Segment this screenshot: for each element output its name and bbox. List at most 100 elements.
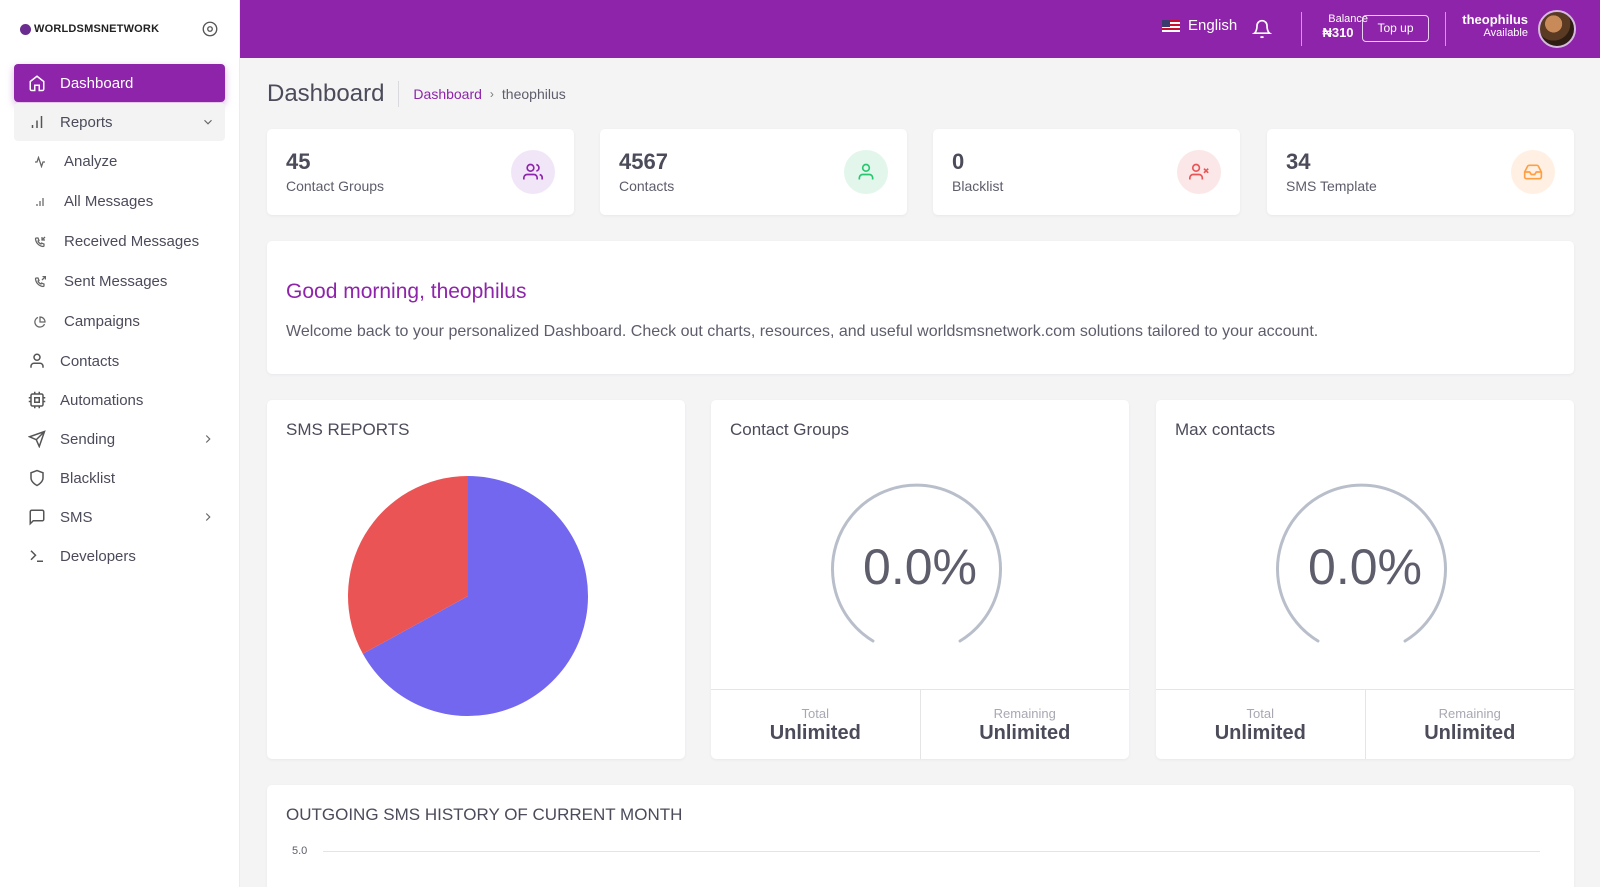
sidebar-item-label: Campaigns bbox=[64, 313, 140, 330]
sidebar-item-sent-messages[interactable]: Sent Messages bbox=[16, 262, 225, 301]
phone-outgoing-icon bbox=[34, 273, 46, 291]
contact-groups-gauge-card: Contact Groups 0.0% Total Unlimited Rema… bbox=[711, 400, 1129, 759]
sidebar-item-label: Sending bbox=[60, 430, 116, 448]
welcome-card: Good morning, theophilus Welcome back to… bbox=[267, 241, 1574, 374]
gauge-total-value: Unlimited bbox=[1214, 722, 1306, 744]
sidebar-item-contacts[interactable]: Contacts bbox=[14, 342, 225, 380]
balance-display: Balance ₦310 bbox=[1308, 13, 1368, 40]
sidebar-item-sending[interactable]: Sending bbox=[14, 420, 225, 458]
gauge-value: 0.0% bbox=[1308, 539, 1422, 595]
inbox-icon bbox=[1511, 150, 1555, 194]
y-tick-label: 5.0 bbox=[292, 845, 308, 857]
user-status: Available bbox=[1483, 27, 1528, 39]
sidebar-toggle-icon[interactable] bbox=[201, 20, 219, 38]
bar-chart-icon bbox=[28, 113, 46, 131]
sidebar-item-blacklist[interactable]: Blacklist bbox=[14, 459, 225, 497]
topbar: English Balance ₦310 Top up theophilus A… bbox=[240, 0, 1600, 58]
gauge-total-label: Total bbox=[801, 706, 829, 721]
gauge-total: Total Unlimited bbox=[711, 690, 920, 759]
sidebar-item-label: Contacts bbox=[60, 352, 120, 370]
gauge-total: Total Unlimited bbox=[1156, 690, 1365, 759]
sidebar-item-dashboard[interactable]: Dashboard bbox=[14, 64, 225, 102]
brand-logo[interactable]: WORLDSMSNETWORK bbox=[20, 23, 159, 35]
avatar[interactable] bbox=[1538, 10, 1576, 48]
sms-reports-pie-chart bbox=[348, 476, 588, 716]
sidebar-item-label: All Messages bbox=[64, 193, 154, 210]
chevron-down-icon[interactable] bbox=[201, 115, 215, 129]
user-menu[interactable]: theophilus Available bbox=[1425, 12, 1528, 39]
language-selector[interactable]: English bbox=[1162, 17, 1237, 34]
gauge-remaining-value: Unlimited bbox=[979, 722, 1071, 744]
top-up-button[interactable]: Top up bbox=[1362, 15, 1429, 42]
gauge-remaining-label: Remaining bbox=[1438, 706, 1501, 721]
gauge-remaining-label: Remaining bbox=[993, 706, 1056, 721]
brand-name: WORLDSMSNETWORK bbox=[34, 23, 160, 35]
outgoing-sms-history-card: OUTGOING SMS HISTORY OF CURRENT MONTH 5.… bbox=[267, 785, 1574, 887]
user-icon bbox=[28, 352, 46, 370]
stat-value: 34 bbox=[1286, 149, 1311, 174]
history-title: OUTGOING SMS HISTORY OF CURRENT MONTH bbox=[286, 805, 683, 824]
stat-label: SMS Template bbox=[1286, 178, 1377, 194]
send-icon bbox=[28, 430, 46, 448]
stat-value: 45 bbox=[286, 149, 311, 174]
gauge-remaining: Remaining Unlimited bbox=[1364, 690, 1575, 759]
gauge-total-label: Total bbox=[1246, 706, 1274, 721]
sms-reports-card: SMS REPORTS bbox=[267, 400, 685, 759]
stat-card-contact-groups[interactable]: 45 Contact Groups bbox=[267, 129, 574, 215]
stat-value: 4567 bbox=[619, 149, 668, 174]
chevron-right-icon[interactable] bbox=[201, 510, 215, 524]
terminal-icon bbox=[28, 547, 46, 565]
sidebar-item-received-messages[interactable]: Received Messages bbox=[16, 222, 225, 261]
chevron-right-icon: › bbox=[489, 87, 494, 101]
message-square-icon bbox=[28, 508, 46, 526]
activity-icon bbox=[34, 153, 46, 171]
sidebar-item-label: Received Messages bbox=[64, 233, 200, 250]
sidebar-item-analyze[interactable]: Analyze bbox=[16, 142, 225, 181]
stat-value: 0 bbox=[952, 149, 965, 174]
sidebar: WORLDSMSNETWORK Dashboard Reports Analyz… bbox=[0, 0, 240, 887]
gauge-total-value: Unlimited bbox=[769, 722, 861, 744]
balance-label: Balance bbox=[1328, 13, 1368, 25]
gauge-footer: Total Unlimited Remaining Unlimited bbox=[1156, 689, 1574, 759]
sidebar-item-label: Developers bbox=[60, 547, 136, 565]
user-x-icon bbox=[1177, 150, 1221, 194]
gauge-remaining-value: Unlimited bbox=[1424, 722, 1516, 744]
bell-icon[interactable] bbox=[1252, 19, 1272, 39]
shield-icon bbox=[28, 469, 46, 487]
max-contacts-gauge-card: Max contacts 0.0% Total Unlimited Remain… bbox=[1156, 400, 1574, 759]
stat-label: Contacts bbox=[619, 178, 675, 194]
phone-incoming-icon bbox=[34, 233, 46, 251]
page-title: Dashboard bbox=[267, 80, 385, 107]
sidebar-item-label: SMS bbox=[60, 508, 93, 526]
stat-card-blacklist[interactable]: 0 Blacklist bbox=[933, 129, 1240, 215]
sidebar-item-reports[interactable]: Reports bbox=[14, 103, 225, 141]
balance-amount: ₦310 bbox=[1322, 25, 1354, 40]
page-header: Dashboard Dashboard › theophilus bbox=[267, 80, 566, 108]
sidebar-item-all-messages[interactable]: All Messages bbox=[16, 182, 225, 221]
stat-card-contacts[interactable]: 4567 Contacts bbox=[600, 129, 907, 215]
stat-card-sms-template[interactable]: 34 SMS Template bbox=[1267, 129, 1574, 215]
sidebar-item-label: Analyze bbox=[64, 153, 118, 170]
sidebar-item-automations[interactable]: Automations bbox=[14, 381, 225, 419]
sidebar-item-developers[interactable]: Developers bbox=[14, 537, 225, 575]
sidebar-item-campaigns[interactable]: Campaigns bbox=[16, 302, 225, 341]
stat-label: Blacklist bbox=[952, 178, 1004, 194]
home-icon bbox=[28, 74, 46, 92]
gauge-footer: Total Unlimited Remaining Unlimited bbox=[711, 689, 1129, 759]
gauge-remaining: Remaining Unlimited bbox=[919, 690, 1130, 759]
sidebar-item-label: Sent Messages bbox=[64, 273, 168, 290]
topbar-divider bbox=[1301, 12, 1302, 46]
stat-label: Contact Groups bbox=[286, 178, 385, 194]
chevron-right-icon[interactable] bbox=[201, 432, 215, 446]
sidebar-item-sms[interactable]: SMS bbox=[14, 498, 225, 536]
us-flag-icon bbox=[1162, 19, 1180, 32]
breadcrumb-link-dashboard[interactable]: Dashboard bbox=[413, 86, 482, 102]
welcome-message: Welcome back to your personalized Dashbo… bbox=[286, 323, 1319, 340]
bar-chart-icon bbox=[34, 193, 46, 211]
reports-submenu: Analyze All Messages Received Messages S… bbox=[14, 142, 225, 341]
user-icon bbox=[844, 150, 888, 194]
sidebar-item-label: Automations bbox=[60, 391, 144, 409]
users-icon bbox=[511, 150, 555, 194]
language-label: English bbox=[1188, 17, 1238, 34]
greeting-heading: Good morning, theophilus bbox=[286, 280, 527, 303]
